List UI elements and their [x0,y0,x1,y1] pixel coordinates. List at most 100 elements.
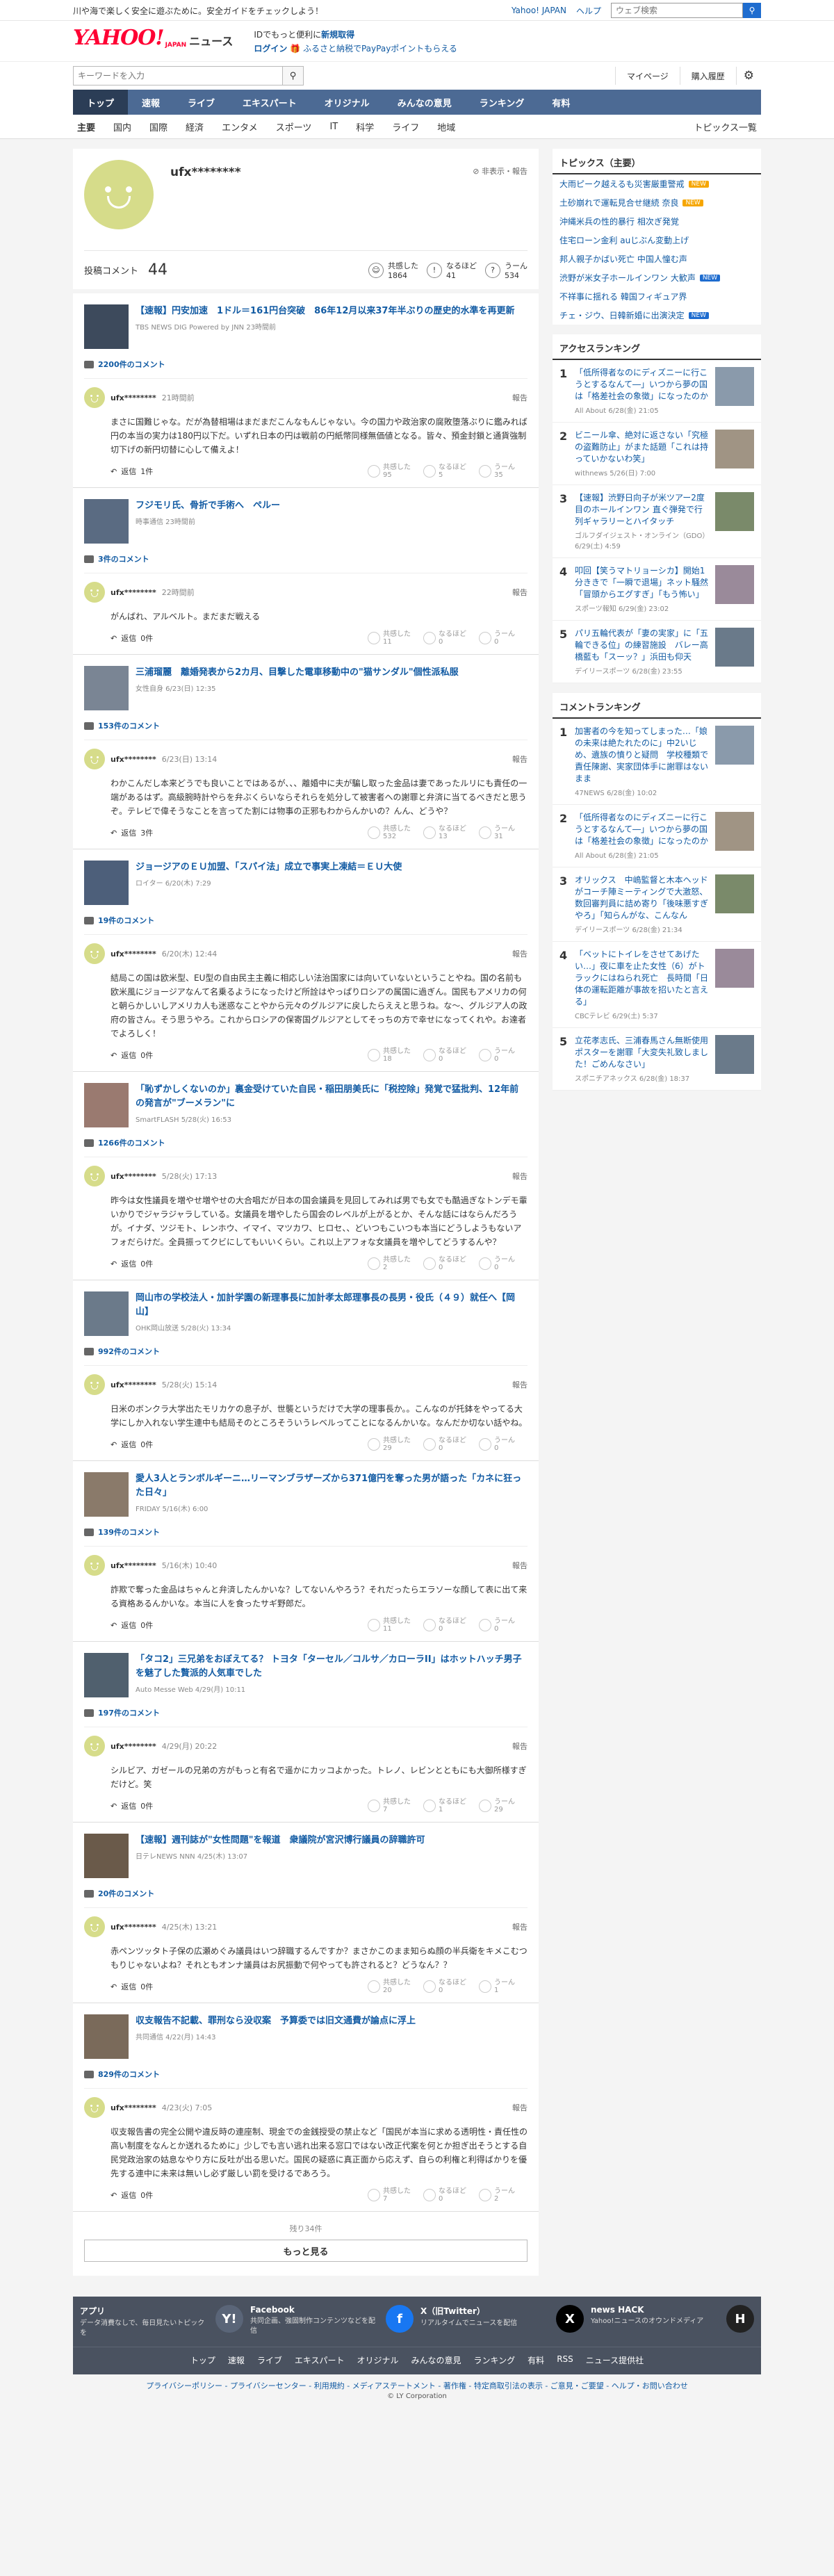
nav-item[interactable]: ランキング [466,90,539,115]
reaction-kyokan-button[interactable]: 共感した 20 [368,1979,416,1994]
subnav-item[interactable]: ライフ [383,120,428,133]
comment-count-link[interactable]: 20件のコメント [84,1888,528,1899]
footer-link[interactable]: ニュース提供社 [586,2354,644,2366]
footer-card[interactable]: X（旧Twitter） リアルタイムでニュースを配信 X [420,2305,584,2338]
footer-link[interactable]: みんなの意見 [411,2354,461,2366]
report-link[interactable]: 報告 [512,1171,528,1182]
subnav-item[interactable]: IT [320,122,347,132]
ranking-item[interactable]: 3 【速報】渋野日向子が米ツアー2度目のホールインワン 直ぐ弾発で行列ギャラリーと… [553,485,761,558]
reaction-uun-button[interactable]: うーん 29 [479,1798,528,1813]
reaction-kyokan-button[interactable]: 共感した 29 [368,1437,416,1452]
topic-item[interactable]: 邦人親子かばい死亡 中国人憧む声 [553,250,761,268]
article-thumbnail[interactable] [84,499,129,544]
nav-item[interactable]: みんなの意見 [384,90,466,115]
article-title[interactable]: ジョージアのＥＵ加盟、「スパイ法」成立で事実上凍結＝ＥＵ大使 [136,861,402,874]
reaction-uun-button[interactable]: うーん 1 [479,1979,528,1994]
comment-user[interactable]: ufx******** [111,588,156,597]
nav-item[interactable]: ライブ [174,90,229,115]
comment-user[interactable]: ufx******** [111,1380,156,1389]
article-thumbnail[interactable] [84,1291,129,1336]
topic-item[interactable]: 大雨ピーク越えるも災害厳重警戒 NEW [553,174,761,193]
reaction-uun-button[interactable]: うーん 35 [479,464,528,479]
report-link[interactable]: 報告 [512,1379,528,1390]
reaction-kyokan-button[interactable]: 共感した 2 [368,1256,416,1271]
comment-count-link[interactable]: 2200件のコメント [84,359,528,370]
article-thumbnail[interactable] [84,1653,129,1697]
report-link[interactable]: 報告 [512,392,528,403]
report-link[interactable]: 報告 [512,1741,528,1752]
reaction-naruhodo-button[interactable]: なるほど 0 [423,630,472,646]
comment-user[interactable]: ufx******** [111,755,156,764]
article-link[interactable]: 岡山市の学校法人・加計学園の新理事長に加計孝太郎理事長の長男・役氏（４９）就任へ… [84,1291,528,1336]
article-link[interactable]: 収支報告不記載、罪刑なら没収案 予算委では旧文通費が論点に浮上 共同通信 4/22… [84,2014,528,2059]
comment-count-link[interactable]: 19件のコメント [84,915,528,926]
reaction-uun-button[interactable]: うーん 0 [479,1617,528,1633]
purchase-history-button[interactable]: 購入履歴 [679,67,736,85]
nav-item[interactable]: 速報 [128,90,174,115]
article-title[interactable]: フジモリ氏、骨折で手術へ ペルー [136,499,280,513]
subnav-item[interactable]: 主要 [73,120,104,133]
yahoo-japan-link[interactable]: Yahoo! JAPAN [512,6,566,15]
reaction-naruhodo-button[interactable]: なるほど 0 [423,2187,472,2203]
help-link[interactable]: ヘルプ [576,5,601,17]
reply-toggle[interactable]: ↶ 返信 0件 [111,1800,153,1811]
reaction-kyokan-button[interactable]: 共感した 532 [368,825,416,840]
reaction-naruhodo-button[interactable]: なるほど 0 [423,1979,472,1994]
ranking-item[interactable]: 2 ビニール傘、絶対に返さない「究極の盗難防止」がまた話題「これは持っていかないわ… [553,423,761,485]
safety-guide-link[interactable]: 川や海で楽しく安全に遊ぶために。安全ガイドをチェックしよう！ [73,5,512,17]
subnav-item[interactable]: スポーツ [267,120,321,133]
reaction-naruhodo-button[interactable]: なるほど 0 [423,1437,472,1452]
article-title[interactable]: 三浦瑠麗 離婚発表から2カ月、目撃した電車移動中の"猫サンダル"個性派私服 [136,666,459,680]
footer-link[interactable]: トップ [190,2354,215,2366]
article-link[interactable]: 「タコ2」三兄弟をおぼえてる？ トヨタ「ターセル／コルサ／カローラII」はホット… [84,1653,528,1697]
footer-card[interactable]: news HACK Yahoo!ニュースのオウンドメディア H [591,2305,754,2338]
footer-link[interactable]: 有料 [528,2354,544,2366]
article-link[interactable]: 愛人3人とランボルギーニ…リーマンブラザーズから371億円を奪った男が語った「カ… [84,1472,528,1517]
comment-count-link[interactable]: 197件のコメント [84,1707,528,1718]
yahoo-news-logo[interactable]: YAHOO! JAPAN ニュース [73,28,233,49]
comment-user[interactable]: ufx******** [111,1172,156,1181]
ranking-item[interactable]: 3 オリックス 中嶋監督と木本ヘッドがコーチ陣ミーティングで大激怒、数回審判員に詰… [553,867,761,942]
article-title[interactable]: 収支報告不記載、罪刑なら没収案 予算委では旧文通費が論点に浮上 [136,2014,416,2028]
article-title[interactable]: 【速報】円安加速 1ドル＝161円台突破 86年12月以来37年半ぶりの歴史的水… [136,304,514,318]
ranking-item[interactable]: 4 叩回【笑うマトリョーシカ】開始1分ききで「一瞬で退場」ネット騒然「冒頭からエグ… [553,558,761,621]
reaction-kyokan-button[interactable]: 共感した 7 [368,2187,416,2203]
subnav-item[interactable]: エンタメ [213,120,267,133]
reply-toggle[interactable]: ↶ 返信 0件 [111,2190,153,2201]
report-link[interactable]: 報告 [512,753,528,765]
reply-toggle[interactable]: ↶ 返信 1件 [111,466,153,477]
nav-item[interactable]: 有料 [538,90,584,115]
reaction-uun-button[interactable]: うーん 2 [479,2187,528,2203]
reaction-kyokan-button[interactable]: 共感した 7 [368,1798,416,1813]
subnav-item[interactable]: 国際 [140,120,177,133]
footer-card[interactable]: アプリ データ消費なしで、毎日見たいトピックを Y! [80,2305,243,2338]
subnav-item[interactable]: 地域 [428,120,464,133]
mypage-button[interactable]: マイページ [614,67,680,85]
comment-user[interactable]: ufx******** [111,1923,156,1932]
web-search-button[interactable]: ⚲ [743,3,761,18]
article-title[interactable]: 「恥ずかしくないのか」裏金受けていた自民・稲田朋美氏に「税控除」発覚で猛批判、1… [136,1083,528,1111]
topic-item[interactable]: 渋野が米女子ホールインワン 大歓声 NEW [553,268,761,287]
comment-count-link[interactable]: 153件のコメント [84,720,528,731]
reaction-naruhodo-button[interactable]: なるほど 0 [423,1617,472,1633]
footer-link[interactable]: ランキング [474,2354,516,2366]
report-link[interactable]: 報告 [512,1560,528,1571]
reaction-uun-button[interactable]: うーん 0 [479,1256,528,1271]
footer-link[interactable]: RSS [557,2354,573,2366]
reaction-naruhodo-button[interactable]: なるほど 0 [423,1256,472,1271]
comment-count-link[interactable]: 829件のコメント [84,2069,528,2080]
reaction-uun-button[interactable]: うーん 0 [479,1437,528,1452]
ranking-item[interactable]: 5 立花孝志氏、三浦春馬さん無断使用ポスターを謝罪「大変失礼致しました！ごめんなさ… [553,1028,761,1091]
footer-link[interactable]: 速報 [228,2354,245,2366]
ranking-item[interactable]: 4 「ベットにトイレをさせてあげたい…」夜に車を止た女性（6）がトラックにはねられ… [553,942,761,1028]
comment-user[interactable]: ufx******** [111,393,156,402]
comment-count-link[interactable]: 3件のコメント [84,553,528,564]
article-thumbnail[interactable] [84,1834,129,1878]
nav-item[interactable]: トップ [73,90,129,115]
report-link[interactable]: 報告 [512,1921,528,1932]
ranking-item[interactable]: 1 加害者の今を知ってしまった…「娘の未来は絶たれたのに」中2いじめ、遺族の憤りと… [553,719,761,805]
report-link[interactable]: 報告 [512,948,528,959]
topic-item[interactable]: チェ・ジウ、日韓新婚に出演決定 NEW [553,306,761,325]
reaction-kyokan-button[interactable]: 共感した 95 [368,464,416,479]
reaction-kyokan-button[interactable]: 共感した 11 [368,630,416,646]
